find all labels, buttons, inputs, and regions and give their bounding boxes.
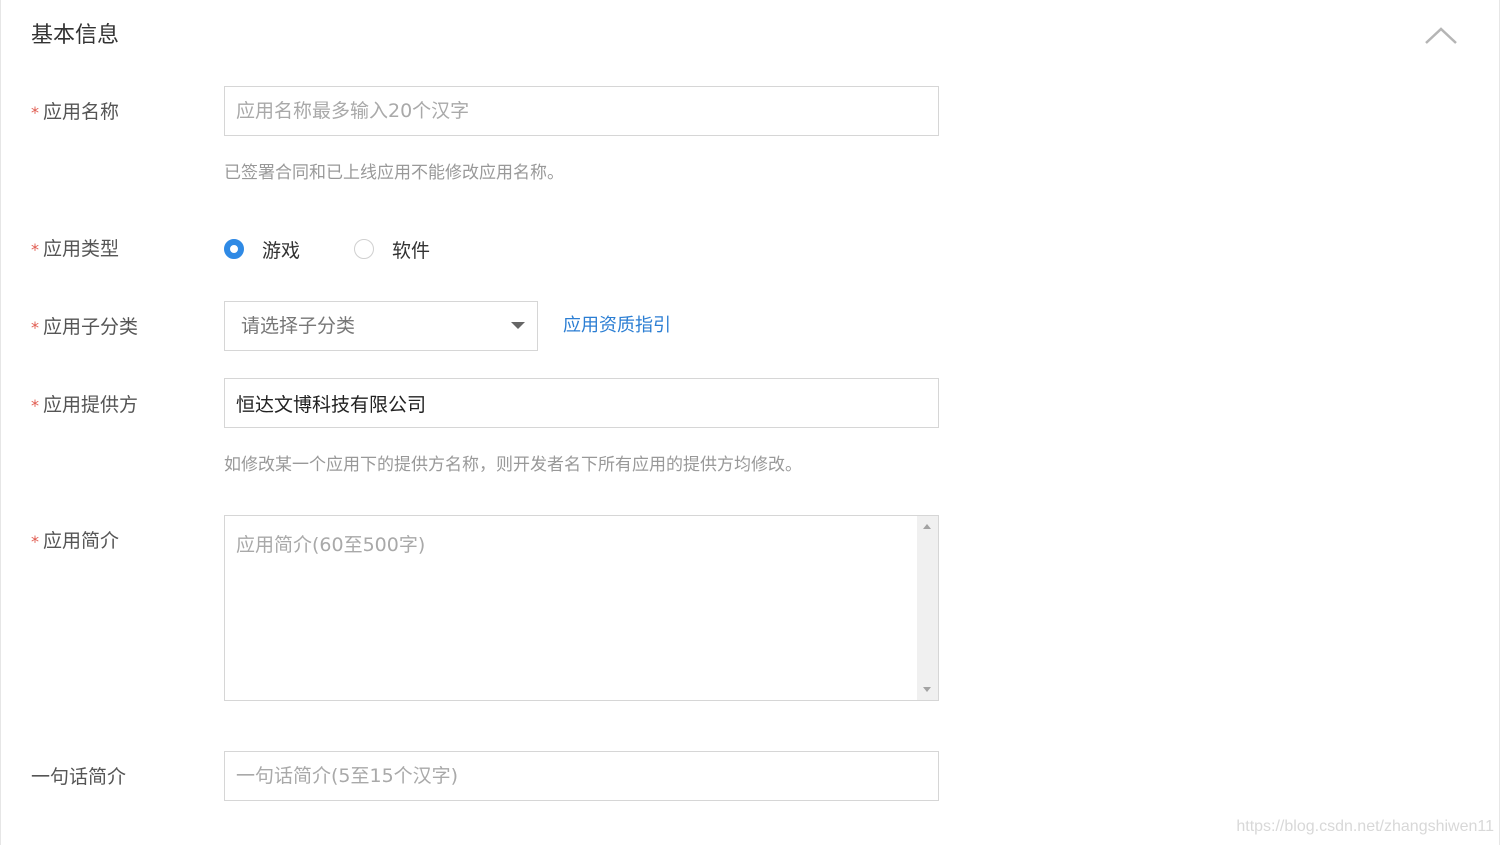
caret-down-icon[interactable] [511,322,525,329]
form-panel: 基本信息 *应用名称 已签署合同和已上线应用不能修改应用名称。 *应用类型 游戏… [0,0,1500,845]
scroll-down-arrow-icon[interactable] [923,687,931,692]
app-name-input[interactable] [224,86,939,136]
radio-checked-icon[interactable] [224,239,244,259]
required-mark: * [31,240,39,259]
app-type-label-text: 应用类型 [43,238,120,260]
scroll-up-arrow-icon[interactable] [923,524,931,529]
subcategory-select-value: 请选择子分类 [241,315,356,337]
one-line-intro-label-text: 一句话简介 [31,766,127,788]
one-line-intro-input[interactable] [224,751,939,801]
app-provider-input[interactable] [224,378,939,428]
required-mark: * [31,103,39,122]
required-mark: * [31,532,39,551]
textarea-scrollbar[interactable] [917,516,938,700]
chevron-up-icon[interactable] [1423,24,1459,46]
app-subcategory-label-text: 应用子分类 [43,316,139,338]
app-provider-label: * 应用提供方 [31,391,138,420]
radio-unchecked-icon[interactable] [354,239,375,259]
radio-software[interactable]: 软件 [354,236,430,263]
app-qualification-guide-link[interactable]: 应用资质指引 [563,313,671,339]
one-line-intro-label: 一句话简介 [31,763,126,791]
app-intro-textarea[interactable] [225,516,917,700]
app-subcategory-label: * 应用子分类 [31,313,138,342]
app-name-label: * 应用名称 [31,98,119,127]
radio-game[interactable]: 游戏 [224,236,300,263]
subcategory-select[interactable]: 请选择子分类 [224,301,538,351]
app-type-label: * 应用类型 [31,235,119,264]
app-type-radio-group: 游戏 软件 [224,235,484,263]
watermark: https://blog.csdn.net/zhangshiwen11 [1236,818,1494,835]
app-intro-label-text: 应用简介 [43,530,120,552]
app-intro-textarea-wrap [224,515,939,701]
app-name-label-text: 应用名称 [43,101,120,123]
section-title: 基本信息 [31,23,120,48]
app-provider-hint: 如修改某一个应用下的提供方名称，则开发者名下所有应用的提供方均修改。 [224,455,802,475]
app-intro-label: * 应用简介 [31,527,119,556]
required-mark: * [31,396,39,415]
radio-software-label: 软件 [392,239,431,262]
app-provider-label-text: 应用提供方 [43,394,139,416]
app-name-hint: 已签署合同和已上线应用不能修改应用名称。 [224,163,564,183]
radio-game-label: 游戏 [262,239,301,262]
required-mark: * [31,318,39,337]
